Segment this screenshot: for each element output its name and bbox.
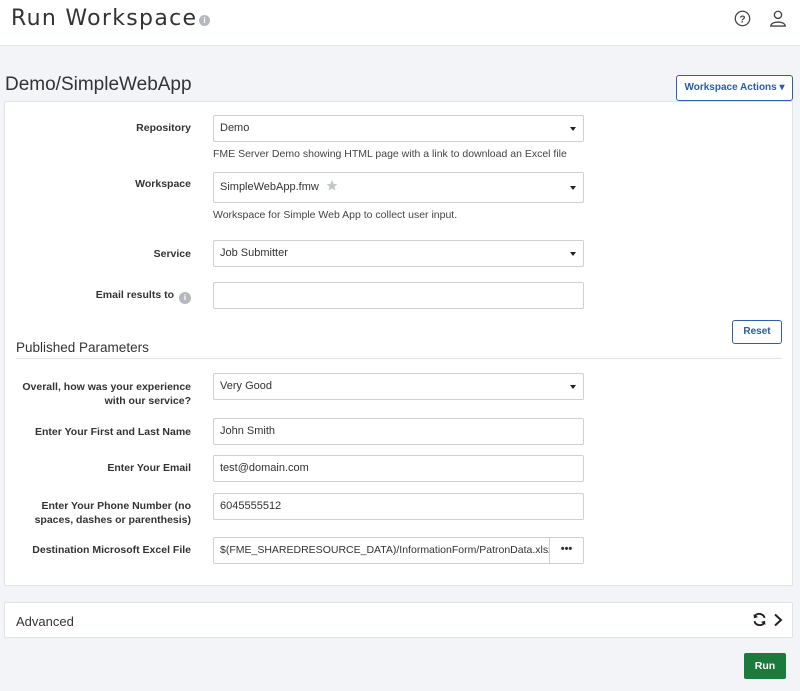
email-results-input[interactable] [213, 282, 584, 309]
caret-down-icon [570, 127, 576, 131]
caret-down-icon [570, 252, 576, 256]
user-email-input[interactable]: test@domain.com [213, 455, 584, 482]
refresh-icon[interactable] [751, 611, 768, 628]
repository-label: Repository [136, 122, 191, 134]
workspace-label: Workspace [135, 178, 191, 190]
excel-file-label: Destination Microsoft Excel File [32, 544, 191, 556]
service-select[interactable]: Job Submitter [213, 240, 584, 267]
browse-button[interactable]: ••• [549, 537, 584, 564]
caret-down-icon [570, 186, 576, 190]
experience-label: Overall, how was your experience with ou… [22, 380, 191, 408]
star-icon[interactable] [325, 179, 339, 192]
advanced-label: Advanced [16, 614, 74, 629]
phone-input[interactable]: 6045555512 [213, 493, 584, 520]
workspace-select[interactable]: SimpleWebApp.fmw [213, 172, 584, 203]
service-label: Service [153, 248, 191, 260]
email-results-label: Email results to i [96, 288, 191, 304]
excel-file-input[interactable]: $(FME_SHAREDRESOURCE_DATA)/InformationFo… [213, 537, 553, 564]
user-email-label: Enter Your Email [107, 462, 191, 474]
svg-text:?: ? [739, 14, 745, 25]
repository-value: Demo [220, 122, 250, 134]
advanced-panel[interactable]: Advanced [4, 602, 793, 638]
info-icon[interactable]: i [199, 15, 210, 26]
workspace-help: Workspace for Simple Web App to collect … [213, 209, 458, 221]
app-title: Run Workspace [11, 6, 198, 31]
experience-label-line1: Overall, how was your experience [22, 381, 191, 393]
user-icon[interactable] [769, 9, 787, 27]
info-icon[interactable]: i [179, 292, 191, 304]
phone-label-line2: spaces, dashes or parenthesis) [34, 514, 191, 526]
phone-label: Enter Your Phone Number (no spaces, dash… [35, 499, 191, 527]
name-label: Enter Your First and Last Name [35, 426, 191, 438]
name-input[interactable]: John Smith [213, 418, 584, 445]
page-title: Demo/SimpleWebApp [5, 74, 192, 95]
experience-label-line2: with our service? [104, 395, 191, 407]
repository-help: FME Server Demo showing HTML page with a… [213, 148, 567, 160]
workspace-value: SimpleWebApp.fmw [220, 181, 319, 193]
workspace-actions-button[interactable]: Workspace Actions ▾ [676, 75, 793, 101]
section-divider [16, 358, 782, 359]
published-parameters-title: Published Parameters [16, 340, 149, 355]
chevron-right-icon[interactable] [773, 613, 783, 627]
repository-select[interactable]: Demo [213, 115, 584, 142]
service-value: Job Submitter [220, 247, 288, 259]
reset-button[interactable]: Reset [732, 320, 782, 344]
caret-down-icon [570, 385, 576, 389]
email-results-label-text: Email results to [95, 289, 174, 301]
run-button[interactable]: Run [744, 653, 786, 679]
top-bar: Run Workspace i ? [0, 0, 800, 46]
help-circle-icon[interactable]: ? [734, 10, 751, 27]
experience-select[interactable]: Very Good [213, 373, 584, 400]
experience-value: Very Good [220, 380, 272, 392]
phone-label-line1: Enter Your Phone Number (no [41, 500, 191, 512]
